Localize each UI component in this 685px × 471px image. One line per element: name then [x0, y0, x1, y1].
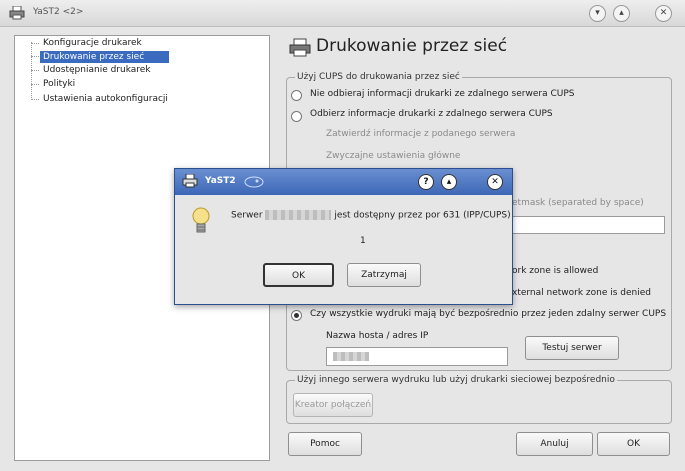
other-server-group-label: Użyj innego serwera wydruku lub użyj dru… — [295, 375, 617, 385]
sub-option-accept-server: Zatwierdź informacje z podanego serwera — [326, 129, 516, 139]
dialog-message-suffix: jest dostępny przez por 631 (IPP/CUPS) — [334, 210, 511, 221]
tree-line — [31, 70, 39, 71]
radio-no-receive[interactable] — [291, 90, 302, 101]
zone-allowed-label: ork zone is allowed — [512, 266, 599, 276]
close-button[interactable]: ✕ — [655, 5, 672, 22]
main-window-title: YaST2 <2> — [33, 7, 84, 17]
printer-icon — [289, 38, 311, 57]
zone-denied-label: xternal network zone is denied — [512, 288, 652, 298]
connection-wizard-button[interactable]: Kreator połączeń — [293, 393, 373, 417]
dialog-stop-button[interactable]: Zatrzymaj — [347, 263, 421, 287]
tree-item-printer-config[interactable]: Konfiguracje drukarek — [40, 37, 145, 49]
redacted-host — [333, 352, 369, 361]
tree-line — [31, 42, 32, 100]
radio-direct-server[interactable] — [291, 310, 302, 321]
help-button[interactable]: Pomoc — [288, 432, 362, 456]
tree-line — [31, 56, 39, 57]
tree-line — [31, 43, 39, 44]
app-logo-icon — [244, 176, 264, 188]
tree-item-autoconfig[interactable]: Ustawienia autokonfiguracji — [40, 93, 171, 105]
tree-line — [31, 84, 39, 85]
netmask-input[interactable] — [512, 216, 665, 234]
page-title: Drukowanie przez sieć — [316, 36, 508, 56]
dialog-ok-button[interactable]: OK — [263, 263, 334, 287]
host-label: Nazwa hosta / adres IP — [326, 331, 429, 341]
tree-item-printer-sharing[interactable]: Udostępnianie drukarek — [40, 64, 154, 76]
dialog-close-button[interactable]: ✕ — [487, 174, 503, 190]
dialog-message-prefix: Serwer — [231, 210, 263, 221]
dialog-title: YaST2 — [205, 176, 236, 186]
dialog-maximize-button[interactable]: ▴ — [441, 174, 457, 190]
tree-item-policies[interactable]: Polityki — [40, 78, 78, 90]
printer-icon — [9, 6, 25, 20]
message-dialog[interactable]: YaST2 ? ▴ ✕ Serwer jest dostępny przez p… — [174, 168, 513, 305]
radio-direct-server-label[interactable]: Czy wszystkie wydruki mają być bezpośred… — [310, 309, 666, 319]
printer-icon — [182, 174, 198, 188]
netmask-label: etmask (separated by space) — [512, 198, 644, 208]
tree-line — [31, 99, 39, 100]
cups-group-label: Użyj CUPS do drukowania przez sieć — [295, 72, 462, 82]
main-window-titlebar[interactable]: YaST2 <2> ▾ ▴ ✕ — [0, 0, 685, 27]
dialog-count: 1 — [360, 236, 366, 246]
host-input[interactable] — [326, 347, 508, 366]
sub-option-general-settings: Zwyczajne ustawienia główne — [326, 151, 461, 161]
test-server-button[interactable]: Testuj serwer — [525, 336, 619, 360]
dialog-message: Serwer jest dostępny przez por 631 (IPP/… — [231, 210, 511, 221]
radio-no-receive-label[interactable]: Nie odbieraj informacji drukarki ze zdal… — [310, 89, 574, 99]
tree-item-network-printing[interactable]: Drukowanie przez sieć — [40, 51, 169, 63]
cancel-button[interactable]: Anuluj — [516, 432, 593, 456]
radio-receive[interactable] — [291, 111, 302, 122]
dialog-help-button[interactable]: ? — [418, 174, 434, 190]
maximize-button[interactable]: ▴ — [613, 5, 630, 22]
dialog-titlebar[interactable]: YaST2 ? ▴ ✕ — [175, 169, 512, 195]
minimize-button[interactable]: ▾ — [589, 5, 606, 22]
ok-button[interactable]: OK — [597, 432, 670, 456]
redacted-server — [265, 210, 332, 220]
lightbulb-icon — [192, 207, 210, 233]
radio-receive-label[interactable]: Odbierz informacje drukarki z zdalnego s… — [310, 109, 553, 119]
